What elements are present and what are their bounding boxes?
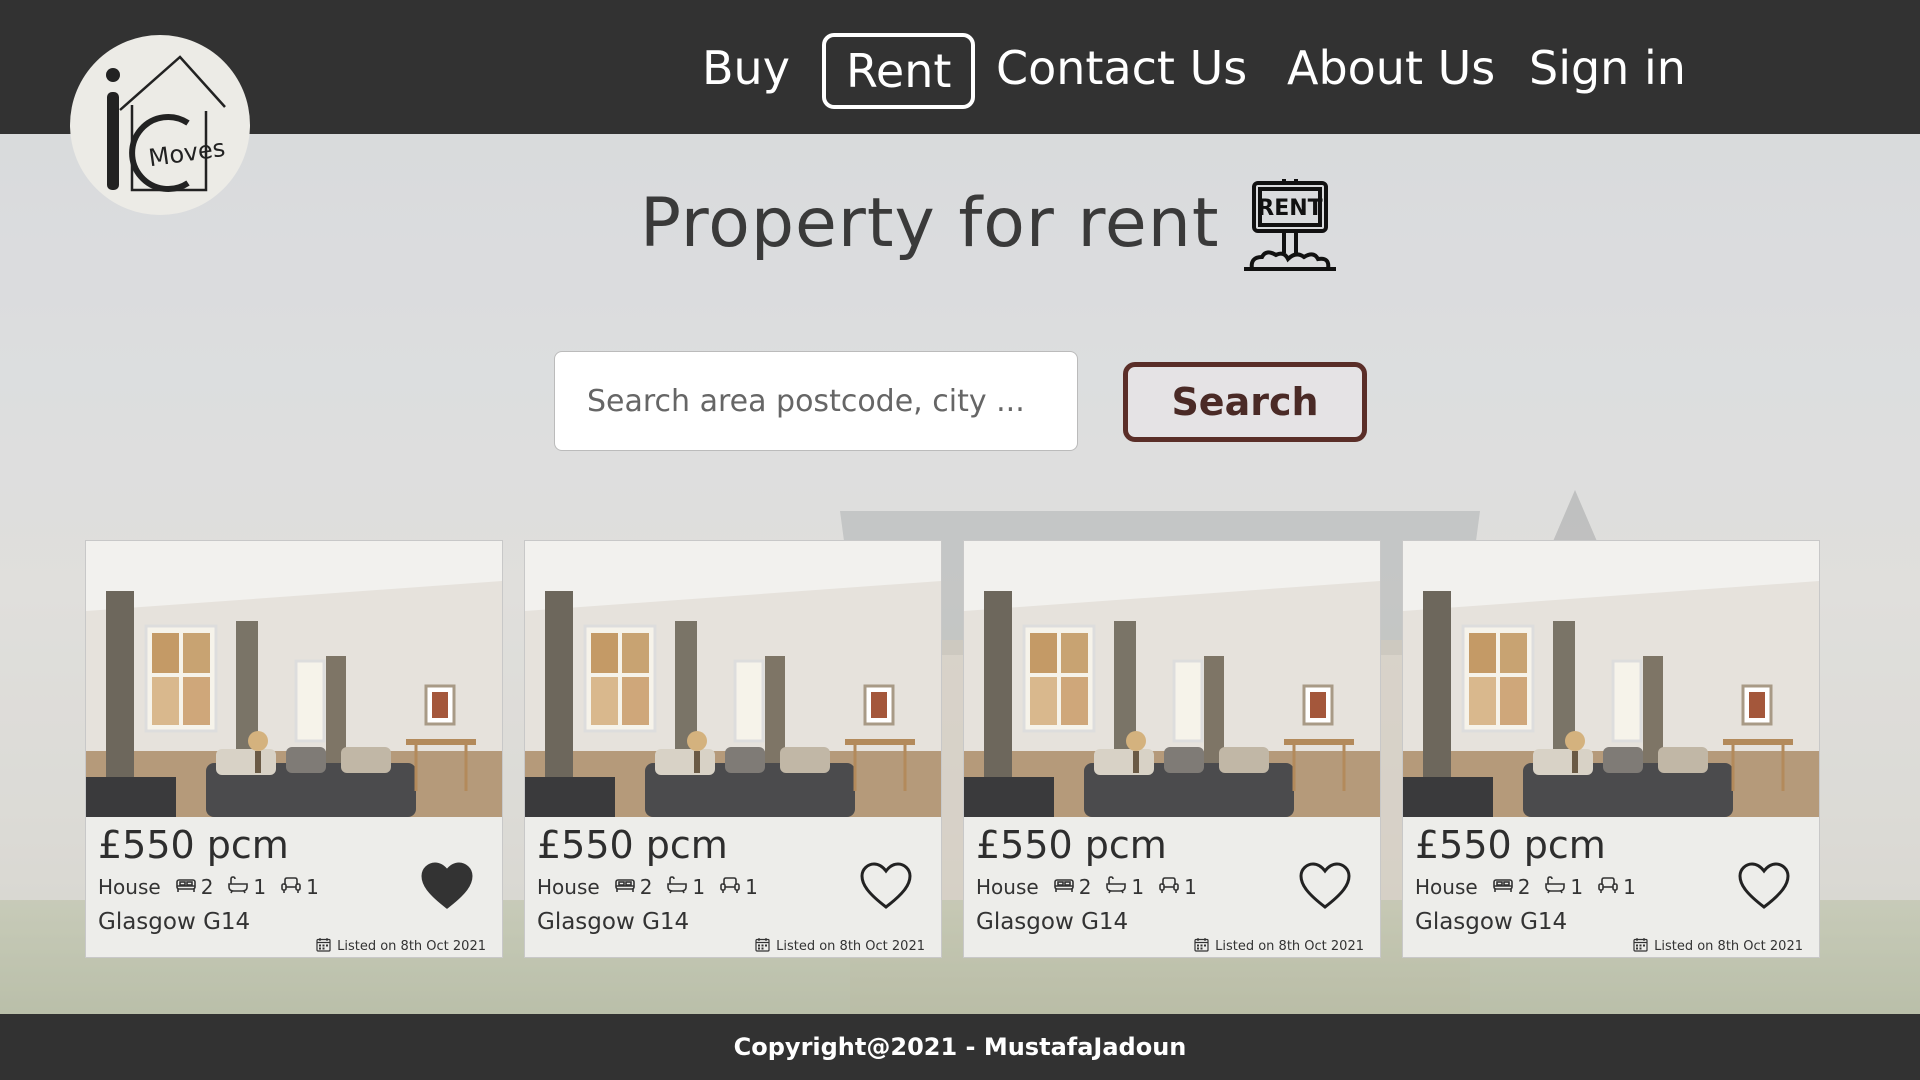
- calendar-icon: [1194, 937, 1209, 956]
- property-photo[interactable]: [1403, 541, 1819, 817]
- page-title: Property for rent: [640, 183, 1220, 263]
- heart-outline-icon[interactable]: [859, 861, 913, 911]
- reception-count: 1: [745, 875, 758, 899]
- svg-text:Moves: Moves: [147, 134, 227, 172]
- rent-sign-icon: RENT: [1243, 179, 1336, 271]
- footer: Copyright@2021 - MustafaJadoun: [0, 1014, 1920, 1080]
- bed-icon: [1053, 875, 1075, 899]
- property-card[interactable]: £550 pcm House 2 1 1 Glasgow G14 Listed …: [85, 540, 503, 958]
- bathroom-count: 1: [692, 875, 706, 899]
- nav-sign-in[interactable]: Sign in: [1529, 30, 1686, 106]
- bed-icon: [175, 875, 197, 899]
- property-features: House 2 1 1: [537, 875, 758, 899]
- property-card[interactable]: £550 pcm House 2 1 1 Glasgow G14 Listed …: [1402, 540, 1820, 958]
- bedroom-count: 2: [639, 875, 653, 899]
- sofa-icon: [1597, 875, 1619, 899]
- property-photo[interactable]: [525, 541, 941, 817]
- bed-icon: [1492, 875, 1514, 899]
- calendar-icon: [755, 937, 770, 956]
- reception-count: 1: [1623, 875, 1636, 899]
- bath-icon: [1544, 875, 1566, 899]
- property-price: £550 pcm: [976, 823, 1167, 867]
- search-input[interactable]: [554, 351, 1078, 451]
- listed-date-text: Listed on 8th Oct 2021: [1654, 939, 1803, 954]
- sofa-icon: [280, 875, 302, 899]
- top-navbar: Buy Rent Contact Us About Us Sign in: [0, 0, 1920, 134]
- bed-icon: [614, 875, 636, 899]
- site-logo[interactable]: Moves: [70, 35, 250, 215]
- listed-date: Listed on 8th Oct 2021: [316, 937, 486, 956]
- copyright-text: Copyright@2021 - MustafaJadoun: [733, 1033, 1187, 1061]
- property-features: House 2 1 1: [98, 875, 319, 899]
- property-details: £550 pcm House 2 1 1 Glasgow G14 Listed …: [1403, 817, 1819, 957]
- property-details: £550 pcm House 2 1 1 Glasgow G14 Listed …: [525, 817, 941, 957]
- listed-date: Listed on 8th Oct 2021: [755, 937, 925, 956]
- sofa-icon: [719, 875, 741, 899]
- bathroom-count: 1: [1131, 875, 1145, 899]
- search-button[interactable]: Search: [1123, 362, 1367, 442]
- bath-icon: [227, 875, 249, 899]
- bedroom-count: 2: [1078, 875, 1092, 899]
- property-type: House: [537, 875, 600, 899]
- heart-outline-icon[interactable]: [1737, 861, 1791, 911]
- reception-count: 1: [1184, 875, 1197, 899]
- property-location: Glasgow G14: [98, 909, 251, 935]
- property-price: £550 pcm: [1415, 823, 1606, 867]
- nav-buy[interactable]: Buy: [702, 30, 790, 106]
- property-type: House: [1415, 875, 1478, 899]
- nav-contact-us[interactable]: Contact Us: [996, 30, 1247, 106]
- reception-count: 1: [306, 875, 319, 899]
- property-price: £550 pcm: [537, 823, 728, 867]
- property-photo[interactable]: [86, 541, 502, 817]
- bath-icon: [666, 875, 688, 899]
- bathroom-count: 1: [253, 875, 267, 899]
- bedroom-count: 2: [200, 875, 214, 899]
- property-details: £550 pcm House 2 1 1 Glasgow G14 Listed …: [86, 817, 502, 957]
- logo-icon: Moves: [106, 55, 227, 192]
- listed-date: Listed on 8th Oct 2021: [1633, 937, 1803, 956]
- rent-sign-text: RENT: [1257, 196, 1322, 221]
- property-photo[interactable]: [964, 541, 1380, 817]
- property-features: House 2 1 1: [976, 875, 1197, 899]
- property-location: Glasgow G14: [976, 909, 1129, 935]
- heart-filled-icon[interactable]: [420, 861, 474, 911]
- title-row: Property for rent RENT: [640, 168, 1340, 278]
- calendar-icon: [316, 937, 331, 956]
- bathroom-count: 1: [1570, 875, 1584, 899]
- property-features: House 2 1 1: [1415, 875, 1636, 899]
- property-details: £550 pcm House 2 1 1 Glasgow G14 Listed …: [964, 817, 1380, 957]
- property-type: House: [976, 875, 1039, 899]
- heart-outline-icon[interactable]: [1298, 861, 1352, 911]
- bedroom-count: 2: [1517, 875, 1531, 899]
- property-location: Glasgow G14: [1415, 909, 1568, 935]
- nav-rent[interactable]: Rent: [822, 33, 976, 109]
- listed-date: Listed on 8th Oct 2021: [1194, 937, 1364, 956]
- nav-about-us[interactable]: About Us: [1287, 30, 1495, 106]
- bath-icon: [1105, 875, 1127, 899]
- property-type: House: [98, 875, 161, 899]
- sofa-icon: [1158, 875, 1180, 899]
- property-card[interactable]: £550 pcm House 2 1 1 Glasgow G14 Listed …: [963, 540, 1381, 958]
- property-card[interactable]: £550 pcm House 2 1 1 Glasgow G14 Listed …: [524, 540, 942, 958]
- listed-date-text: Listed on 8th Oct 2021: [1215, 939, 1364, 954]
- listed-date-text: Listed on 8th Oct 2021: [337, 939, 486, 954]
- property-location: Glasgow G14: [537, 909, 690, 935]
- calendar-icon: [1633, 937, 1648, 956]
- property-price: £550 pcm: [98, 823, 289, 867]
- listed-date-text: Listed on 8th Oct 2021: [776, 939, 925, 954]
